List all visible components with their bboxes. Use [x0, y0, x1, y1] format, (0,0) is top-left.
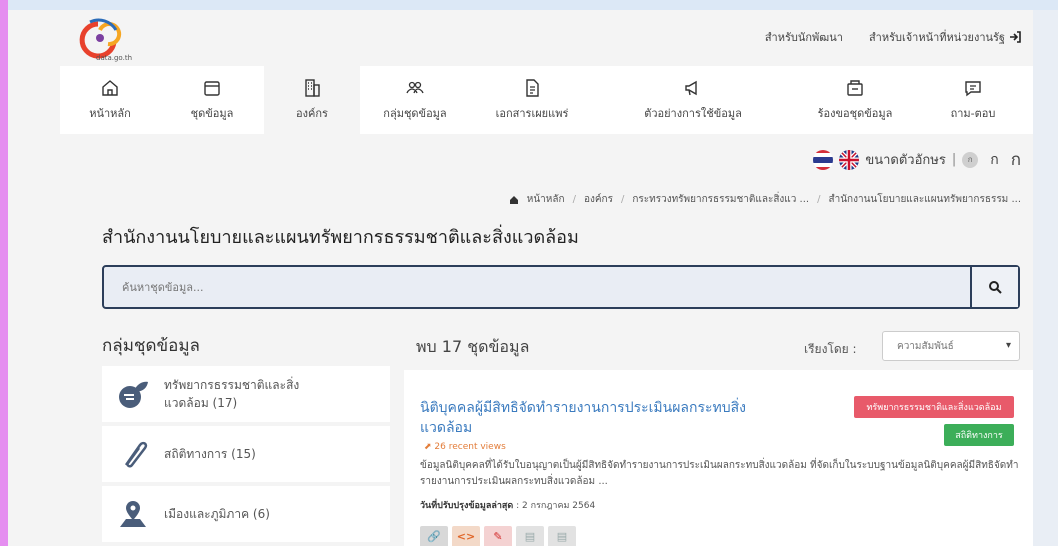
nav-publications[interactable]: เอกสารเผยแพร่: [470, 66, 594, 134]
group-item-environment[interactable]: ทรัพยากรธรรมชาติและสิ่งแวดล้อม (17): [102, 366, 390, 422]
officer-link[interactable]: สำหรับเจ้าหน้าที่หน่วยงานรัฐ: [869, 28, 1021, 46]
breadcrumb-separator: /: [817, 194, 821, 205]
officer-link-label: สำหรับเจ้าหน้าที่หน่วยงานรัฐ: [868, 31, 1005, 44]
building-icon: [305, 79, 320, 97]
breadcrumb-ministry[interactable]: กระทรวงทรัพยากรธรรมชาติและสิ่งแว ...: [632, 192, 809, 207]
home-icon: [102, 80, 118, 96]
breadcrumb-organization[interactable]: องค์กร: [584, 192, 613, 207]
uk-flag-icon[interactable]: [839, 149, 860, 170]
nav-label: ตัวอย่างการใช้ข้อมูล: [644, 107, 742, 120]
nav-groups[interactable]: กลุ่มชุดข้อมูล: [360, 66, 470, 134]
search-button[interactable]: [970, 267, 1018, 307]
home-breadcrumb-icon: [509, 195, 518, 204]
breadcrumb-current: สำนักงานนโยบายและแผนทรัพยากรธรรม ...: [828, 194, 1021, 205]
groups-heading: กลุ่มชุดข้อมูล: [102, 336, 200, 356]
nav-label: องค์กร: [296, 107, 328, 120]
thai-flag-icon[interactable]: [813, 149, 834, 170]
csv-icon[interactable]: ▤: [516, 526, 544, 546]
sort-value: ความสัมพันธ์: [897, 340, 954, 352]
page-frame: data.go.th สำหรับนักพัฒนา สำหรับเจ้าหน้า…: [8, 10, 1033, 546]
megaphone-icon: [685, 80, 697, 96]
main-nav: หน้าหลัก ชุดข้อมูล องค์กร กลุ่มชุดข้อมูล…: [60, 66, 1033, 134]
paperclip-icon: [124, 441, 148, 468]
format-icons: 🔗 <> ✎ ▤ ▤: [420, 526, 576, 546]
group-item-city[interactable]: เมืองและภูมิภาค (6): [102, 486, 390, 542]
font-size-small[interactable]: ก: [962, 151, 979, 168]
logo-icon: data.go.th: [79, 18, 132, 62]
top-bar: data.go.th สำหรับนักพัฒนา สำหรับเจ้าหน้า…: [8, 10, 1033, 66]
top-strip: [0, 0, 1058, 10]
utility-bar: ขนาดตัวอักษร | ก ก ก: [813, 146, 1021, 173]
breadcrumb-separator: /: [620, 194, 625, 205]
breadcrumb: หน้าหลัก / องค์กร / กระทรวงทรัพยากรธรรมช…: [509, 192, 1021, 207]
search-input[interactable]: [104, 267, 970, 307]
updated-label: วันที่ปรับปรุงข้อมูลล่าสุด: [420, 501, 514, 511]
nav-request[interactable]: ร้องขอชุดข้อมูล: [792, 66, 918, 134]
group-badge-statistics[interactable]: สถิติทางการ: [944, 424, 1014, 446]
group-label: สถิติทางการ (15): [164, 446, 256, 461]
updated-value: : 2 กรกฎาคม 2564: [516, 501, 596, 511]
font-size-label: ขนาดตัวอักษร: [865, 153, 946, 168]
link-icon[interactable]: 🔗: [420, 526, 448, 546]
left-strip: [0, 0, 8, 546]
results-count: พบ 17 ชุดข้อมูล: [416, 337, 530, 356]
updated-info: วันที่ปรับปรุงข้อมูลล่าสุด : 2 กรกฎาคม 2…: [420, 498, 595, 512]
site-logo[interactable]: data.go.th: [70, 16, 140, 62]
sort-select[interactable]: ความสัมพันธ์ ▾: [882, 331, 1020, 361]
nav-datasets[interactable]: ชุดข้อมูล: [160, 66, 264, 134]
dataset-description: ข้อมูลนิติบุคคลที่ได้รับใบอนุญาตเป็นผู้ม…: [420, 460, 1019, 487]
group-badge-environment[interactable]: ทรัพยากรธรรมชาติและสิ่งแวดล้อม: [854, 396, 1014, 418]
group-label: ทรัพยากรธรรมชาติและสิ่งแวดล้อม (17): [164, 378, 300, 410]
nav-faq[interactable]: ถาม-ตอบ: [918, 66, 1028, 134]
nav-label: เอกสารเผยแพร่: [495, 107, 569, 120]
sort-label: เรียงโดย :: [804, 342, 857, 356]
folder-icon: [204, 81, 220, 96]
nav-showcase[interactable]: ตัวอย่างการใช้ข้อมูล: [594, 66, 792, 134]
chevron-down-icon: ▾: [1005, 340, 1011, 351]
svg-text:data.go.th: data.go.th: [96, 54, 132, 62]
right-edge: [1033, 10, 1058, 546]
font-small-glyph: ก: [967, 155, 973, 164]
search-bar: [102, 265, 1020, 309]
nav-label: กลุ่มชุดข้อมูล: [383, 107, 447, 120]
views-count: ⬈ 26 recent views: [424, 442, 506, 452]
font-size-medium[interactable]: ก: [990, 149, 998, 171]
group-label: เมืองและภูมิภาค (6): [164, 506, 270, 521]
breadcrumb-separator: /: [572, 194, 576, 205]
page-title: สำนักงานนโยบายและแผนทรัพยากรธรรมชาติและส…: [102, 227, 579, 248]
views-text: 26 recent views: [434, 442, 506, 452]
map-pin-icon: [120, 501, 146, 527]
nav-label: หน้าหลัก: [89, 107, 131, 120]
nav-label: ชุดข้อมูล: [190, 107, 234, 120]
group-item-statistics[interactable]: สถิติทางการ (15): [102, 426, 390, 482]
login-icon: [1010, 31, 1021, 43]
trend-icon: ⬈: [424, 442, 432, 452]
request-icon: [847, 80, 863, 96]
document-icon: [526, 79, 539, 97]
leaf-icon: [119, 381, 148, 408]
dataset-card: นิติบุคคลผู้มีสิทธิจัดทำรายงานการประเมิน…: [404, 370, 1033, 546]
group-icon: [406, 81, 424, 94]
chat-icon: [965, 81, 981, 97]
font-size-large[interactable]: ก: [1011, 146, 1021, 173]
top-links: สำหรับนักพัฒนา สำหรับเจ้าหน้าที่หน่วยงาน…: [765, 28, 1021, 46]
developer-link[interactable]: สำหรับนักพัฒนา: [765, 28, 843, 46]
nav-home[interactable]: หน้าหลัก: [60, 66, 160, 134]
dataset-title[interactable]: นิติบุคคลผู้มีสิทธิจัดทำรายงานการประเมิน…: [420, 398, 760, 438]
nav-label: ร้องขอชุดข้อมูล: [817, 107, 893, 120]
file-icon[interactable]: ▤: [548, 526, 576, 546]
divider: |: [951, 152, 957, 167]
pdf-icon[interactable]: ✎: [484, 526, 512, 546]
nav-label: ถาม-ตอบ: [950, 107, 996, 120]
search-icon: [989, 281, 1002, 294]
nav-organization[interactable]: องค์กร: [264, 66, 360, 134]
api-icon[interactable]: <>: [452, 526, 480, 546]
breadcrumb-home[interactable]: หน้าหลัก: [527, 192, 565, 207]
